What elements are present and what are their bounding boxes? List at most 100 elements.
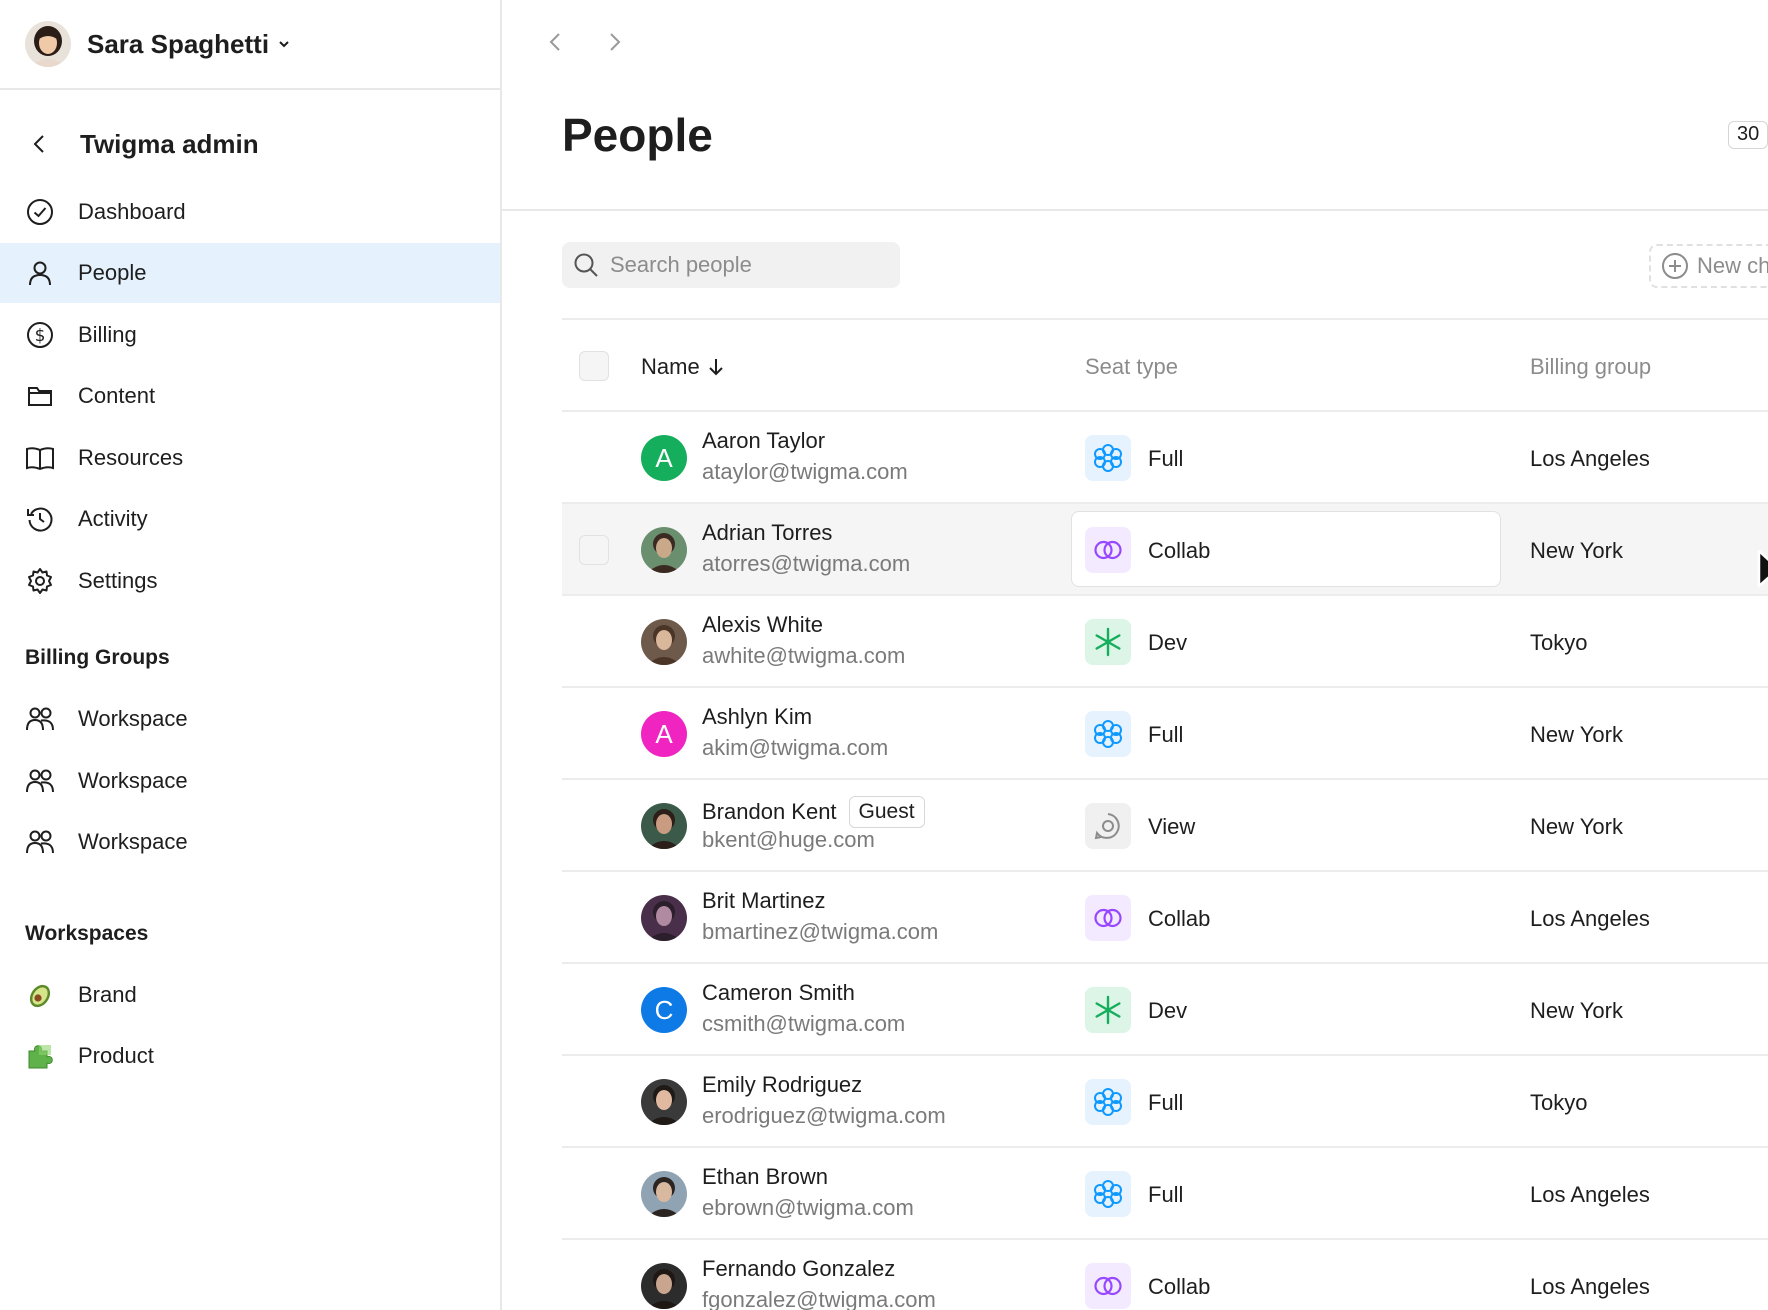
view-seat-icon xyxy=(1085,803,1131,849)
search-field[interactable] xyxy=(562,242,900,288)
back-arrow-icon[interactable] xyxy=(542,26,568,58)
sort-down-arrow-icon xyxy=(708,359,723,376)
person-name-text: Fernando Gonzalez xyxy=(702,1256,896,1281)
person-name: Ethan Brown xyxy=(702,1164,828,1190)
history-navigation xyxy=(542,26,628,58)
sidebar-item-settings[interactable]: Settings xyxy=(0,551,500,611)
mouse-cursor-icon xyxy=(1757,549,1768,588)
table-row[interactable]: Brit Martinez bmartinez@twigma.com Collab L… xyxy=(562,872,1768,964)
sidebar-item-workspace-brand[interactable]: Brand xyxy=(0,965,500,1025)
seat-type-label: Collab xyxy=(1148,906,1211,931)
person-name: Alexis White xyxy=(702,612,823,638)
header-divider xyxy=(502,209,1768,211)
table-row[interactable]: C Cameron Smith csmith@twigma.com Dev New Yo… xyxy=(562,964,1768,1056)
sidebar-item-label: Workspace xyxy=(78,706,188,731)
forward-arrow-icon[interactable] xyxy=(602,26,628,58)
sidebar-item-dashboard[interactable]: Dashboard xyxy=(0,182,500,242)
billing-group-label: New York xyxy=(1530,538,1623,563)
chevron-down-icon xyxy=(279,41,289,48)
sidebar-item-people[interactable]: People xyxy=(0,243,500,303)
avatar xyxy=(641,803,687,849)
sidebar-item-content[interactable]: Content xyxy=(0,366,500,426)
billing-group-label: Tokyo xyxy=(1530,1090,1588,1115)
person-name: Brit Martinez xyxy=(702,888,825,914)
seat-type-label: Dev xyxy=(1148,630,1188,655)
person-name-text: Ethan Brown xyxy=(702,1164,828,1189)
group-icon xyxy=(25,704,55,734)
sidebar-item-resources[interactable]: Resources xyxy=(0,428,500,488)
person-email: atorres@twigma.com xyxy=(702,551,911,576)
table-row[interactable]: Brandon Kent Guest bkent@huge.com View New Y… xyxy=(562,780,1768,872)
column-header-billing-group[interactable]: Billing group xyxy=(1530,354,1651,380)
back-chevron-icon[interactable] xyxy=(28,132,52,156)
person-email: erodriguez@twigma.com xyxy=(702,1103,946,1128)
sidebar-item-label: Activity xyxy=(78,506,148,531)
avatar: A xyxy=(641,435,687,481)
person-name: Cameron Smith xyxy=(702,980,855,1006)
sidebar-item-workspace-product[interactable]: Product xyxy=(0,1026,500,1086)
avatar: C xyxy=(641,987,687,1033)
billing-group-label: Los Angeles xyxy=(1530,1182,1650,1207)
group-icon xyxy=(25,766,55,796)
column-header-seat-type[interactable]: Seat type xyxy=(1085,354,1178,380)
sidebar-item-label: Product xyxy=(78,1043,154,1068)
avatar xyxy=(641,895,687,941)
person-name: Emily Rodriguez xyxy=(702,1072,862,1098)
table-row[interactable]: Fernando Gonzalez fgonzalez@twigma.com Col… xyxy=(562,1240,1768,1310)
table-row[interactable]: Alexis White awhite@twigma.com Dev Tokyo xyxy=(562,596,1768,688)
billing-group-label: New York xyxy=(1530,722,1623,747)
sidebar-item-activity[interactable]: Activity xyxy=(0,489,500,549)
full-seat-icon xyxy=(1085,435,1131,481)
seat-type-dropdown[interactable] xyxy=(1071,419,1501,495)
seat-type-dropdown[interactable] xyxy=(1071,695,1501,771)
seat-type-dropdown[interactable] xyxy=(1071,1063,1501,1139)
people-count-badge: 30 xyxy=(1728,121,1768,149)
new-button[interactable]: New ch xyxy=(1649,244,1768,288)
table-row[interactable]: Emily Rodriguez erodriguez@twigma.com Full… xyxy=(562,1056,1768,1148)
sidebar-item-label: Content xyxy=(78,383,156,408)
table-row[interactable]: A Aaron Taylor ataylor@twigma.com Full Los A… xyxy=(562,412,1768,504)
seat-type-dropdown[interactable] xyxy=(1071,1247,1501,1310)
person-email: akim@twigma.com xyxy=(702,735,889,760)
user-name: Sara Spaghetti xyxy=(87,28,270,59)
admin-title: Twigma admin xyxy=(80,128,259,159)
search-input[interactable] xyxy=(610,252,890,278)
seat-type-dropdown[interactable] xyxy=(1071,879,1501,955)
gear-icon xyxy=(25,566,55,596)
column-header-name[interactable]: Name xyxy=(641,354,726,380)
seat-type-label: Full xyxy=(1148,1182,1184,1207)
seat-type-dropdown[interactable] xyxy=(1071,603,1501,679)
user-menu[interactable]: Sara Spaghetti xyxy=(0,0,500,90)
sidebar-item-billing-group[interactable]: Workspace xyxy=(0,689,500,749)
seat-type-dropdown[interactable] xyxy=(1071,787,1501,863)
history-icon xyxy=(25,504,55,534)
seat-type-label: Full xyxy=(1148,446,1184,471)
column-header-name-label: Name xyxy=(641,354,700,379)
seat-type-dropdown[interactable] xyxy=(1071,511,1501,587)
avatar-initial: A xyxy=(655,718,673,749)
person-name: Ashlyn Kim xyxy=(702,704,812,730)
table-row[interactable]: A Ashlyn Kim akim@twigma.com Full New York xyxy=(562,688,1768,780)
avatar: A xyxy=(641,711,687,757)
person-name-text: Brandon Kent xyxy=(702,799,837,824)
main-panel: People 30 New ch Name Seat type Billing … xyxy=(502,0,1768,1310)
table-row[interactable]: Ethan Brown ebrown@twigma.com Full Los Ange… xyxy=(562,1148,1768,1240)
table-row[interactable]: Adrian Torres atorres@twigma.com Collab New… xyxy=(562,504,1768,596)
seat-type-label: Full xyxy=(1148,722,1184,747)
person-name-text: Aaron Taylor xyxy=(702,428,826,453)
seat-type-dropdown[interactable] xyxy=(1071,1155,1501,1231)
dollar-circle-icon: $ xyxy=(25,320,55,350)
seat-type-label: View xyxy=(1148,814,1196,839)
select-all-checkbox[interactable] xyxy=(579,351,609,381)
person-name-text: Alexis White xyxy=(702,612,824,637)
seat-type-dropdown[interactable] xyxy=(1071,971,1501,1047)
sidebar-item-billing[interactable]: $ Billing xyxy=(0,305,500,365)
full-seat-icon xyxy=(1085,711,1131,757)
sidebar-item-billing-group[interactable]: Workspace xyxy=(0,812,500,872)
row-checkbox[interactable] xyxy=(579,535,609,565)
seat-type-label: Collab xyxy=(1148,538,1211,563)
person-email: csmith@twigma.com xyxy=(702,1011,906,1036)
sidebar-item-billing-group[interactable]: Workspace xyxy=(0,751,500,811)
guest-badge: Guest xyxy=(848,796,925,828)
person-name: Brandon Kent Guest xyxy=(702,796,925,828)
